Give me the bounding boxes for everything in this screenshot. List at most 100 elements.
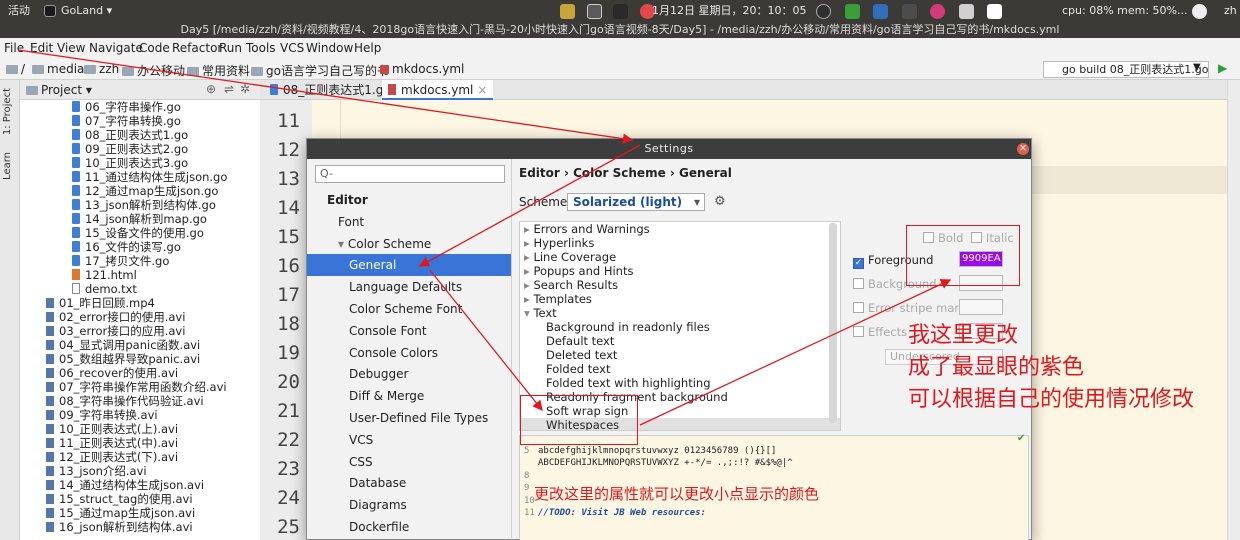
settings-tree-item[interactable]: ▾ Color Scheme [307,233,511,255]
breadcrumb-item[interactable]: go语言学习自己写的书 [251,62,389,79]
tree-item[interactable]: 15_struct_tag的使用.avi [46,492,193,506]
tree-item[interactable]: 121.html [72,268,137,282]
breadcrumb-root[interactable]: / [6,62,25,76]
tray-app-icon[interactable] [816,3,831,19]
breadcrumb-item[interactable]: 常用资料 [187,62,250,79]
tree-item[interactable]: 03_error接口的应用.avi [46,324,185,338]
attribute-item[interactable]: Background in readonly files [520,320,710,334]
tree-item[interactable]: 06_recover的使用.avi [46,366,178,380]
breadcrumb-item[interactable]: media [32,62,84,76]
menu-run[interactable]: Run [219,41,242,55]
tree-item[interactable]: 12_通过map生成json.go [72,184,218,198]
tree-item[interactable]: 11_通过结构体生成json.go [72,170,227,184]
attribute-item[interactable]: Folded text [520,362,610,376]
tree-item[interactable]: 07_字符串操作常用函数介绍.avi [46,380,227,394]
attribute-item[interactable]: ▸ Hyperlinks [520,236,594,250]
tree-item[interactable]: 07_字符串转换.go [72,114,181,128]
run-icon[interactable]: ▶ [1218,61,1227,75]
settings-tree-item[interactable]: Console Colors [307,342,511,364]
settings-tree-item[interactable]: Console Font [307,320,511,342]
tree-item[interactable]: 14_通过结构体生成json.avi [46,478,204,492]
tree-item[interactable]: 08_字符串操作代码验证.avi [46,394,204,408]
scrollbar[interactable] [829,223,837,423]
clock[interactable]: 1月12日 星期日，20：10：05 [652,0,806,22]
user-avatar[interactable] [1192,0,1207,22]
tree-item[interactable]: 05_数组越界导致panic.avi [46,352,200,366]
error-stripe-checkbox[interactable]: Error stripe mark [853,301,966,315]
attribute-item[interactable]: ▸ Errors and Warnings [520,222,650,236]
tree-item[interactable]: 16_文件的读写.go [72,240,181,254]
tray-app-icon[interactable] [844,3,860,19]
tree-item[interactable]: 04_显式调用panic函数.avi [46,338,200,352]
attribute-item[interactable]: ▸ Templates [520,292,592,306]
menu-view[interactable]: View [57,41,85,55]
tree-item[interactable]: 10_正则表达式(上).avi [46,422,178,436]
close-icon[interactable]: × [477,83,487,97]
settings-search-input[interactable]: Q- [315,165,505,183]
learn-tool-button[interactable]: Learn [2,152,13,180]
close-icon[interactable]: ✕ [1017,143,1029,155]
menu-file[interactable]: File [4,41,24,55]
menu-vcs[interactable]: VCS [280,41,304,55]
tree-item[interactable]: 15_设备文件的使用.go [72,226,204,240]
gear-icon[interactable]: ✲ [240,82,250,96]
settings-tree-item[interactable]: General [307,254,511,277]
attribute-item[interactable]: ▸ Popups and Hints [520,264,633,278]
tree-item[interactable]: 09_字符串转换.avi [46,408,158,422]
menu-tools[interactable]: Tools [246,41,276,55]
tree-item[interactable]: 16_json解析到结构体.avi [46,520,193,534]
tree-item[interactable]: 15_通过map生成json.avi [46,506,195,520]
tree-item[interactable]: 11_正则表达式(中).avi [46,436,178,450]
breadcrumb-file[interactable]: mkdocs.yml [380,62,464,76]
tray-app-icon[interactable] [901,3,917,19]
attribute-item[interactable]: Deleted text [520,348,617,362]
tree-item[interactable]: 02_error接口的使用.avi [46,310,185,324]
menu-refactor[interactable]: Refactor [172,41,222,55]
chevron-down-icon[interactable]: ▼ [1193,62,1201,73]
error-stripe-swatch[interactable] [959,299,1003,315]
settings-tree-item[interactable]: Diagrams [307,494,511,516]
settings-tree-item[interactable]: Color Scheme Font [307,298,511,320]
project-view-select[interactable]: Project ▾ [26,83,92,97]
attribute-item[interactable]: Default text [520,334,614,348]
sync-icon[interactable]: ⊕ [206,82,216,96]
tree-item[interactable]: 06_字符串操作.go [72,100,181,114]
settings-tree-item[interactable]: Dockerfile [307,516,511,538]
tray-app-icon[interactable] [873,3,888,19]
chevron-down-icon[interactable]: ▾ [338,237,348,251]
activities-button[interactable]: 活动 [8,0,30,22]
menu-navigate[interactable]: Navigate [89,41,143,55]
settings-tree-item[interactable]: CSS [307,451,511,473]
tree-item[interactable]: 14_json解析到map.go [72,212,207,226]
settings-tree-item[interactable]: VCS [307,429,511,451]
tree-item[interactable]: 10_正则表达式3.go [72,156,188,170]
tree-item[interactable]: demo.txt [72,282,137,296]
tree-item[interactable]: 13_json介绍.avi [46,464,147,478]
attribute-item[interactable]: ▸ Search Results [520,278,618,292]
tray-app-icon[interactable] [613,3,628,19]
settings-tree-item[interactable]: Database [307,472,511,494]
tree-item[interactable]: 01_昨日回顾.mp4 [46,296,155,310]
settings-tree-item[interactable]: Debugger [307,363,511,385]
menu-window[interactable]: Window [306,41,353,55]
user-name[interactable]: zh [1224,0,1237,22]
tray-app-icon[interactable] [930,3,945,19]
tray-app-icon[interactable] [586,3,602,19]
app-menu[interactable]: GoLand ▾ [44,0,112,22]
tree-item[interactable]: 17_拷贝文件.go [72,254,169,268]
tree-item[interactable]: 09_正则表达式2.go [72,142,188,156]
gear-icon[interactable]: ⚙ [714,194,726,209]
tray-app-icon[interactable] [560,3,575,19]
tray-app-icon[interactable] [958,3,974,19]
breadcrumb-item[interactable]: zzh [84,62,119,76]
settings-tree-item[interactable]: Language Defaults [307,276,511,298]
tree-item[interactable]: 13_json解析到结构体.go [72,198,216,212]
settings-tree-item[interactable]: User-Defined File Types [307,407,511,429]
menu-help[interactable]: Help [354,41,381,55]
scheme-select[interactable]: Solarized (light) ▾ [567,193,705,211]
settings-tree-item[interactable]: Font [307,211,511,233]
breadcrumb-item[interactable]: 办公移动 [122,62,185,79]
attribute-item[interactable]: ▾ Text [520,306,557,320]
tree-item[interactable]: 08_正则表达式1.go [72,128,188,142]
run-configuration-select[interactable]: go build 08_正则表达式1.go [1043,61,1209,78]
